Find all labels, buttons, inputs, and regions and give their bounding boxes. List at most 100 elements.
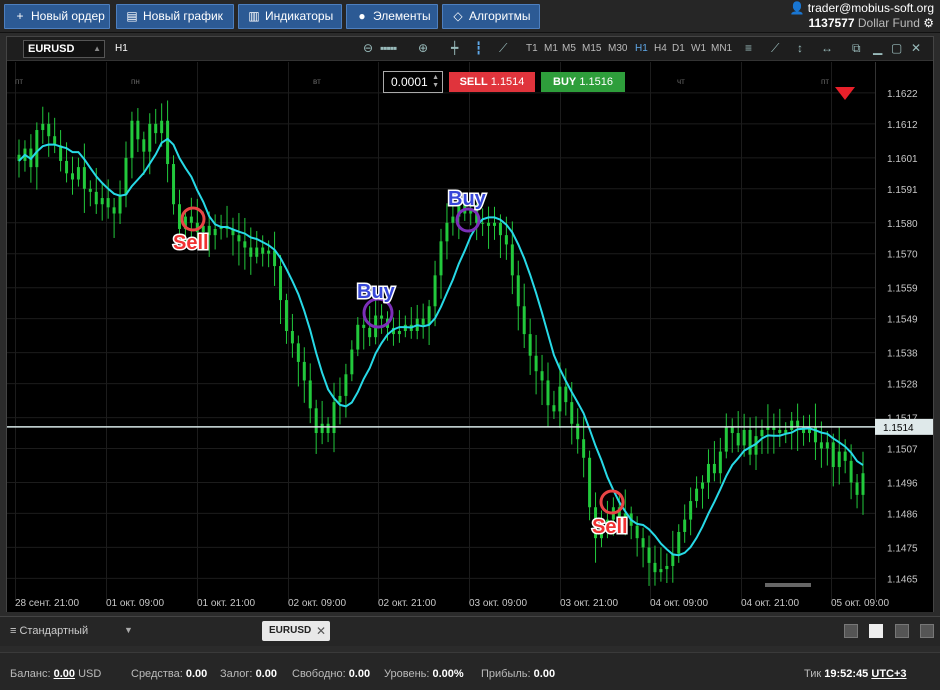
timeframe-h1[interactable]: H1 (635, 43, 648, 54)
status-bar: Баланс: 0.00 USD Средства: 0.00 Залог: 0… (0, 652, 940, 690)
layout-grid-icon[interactable] (869, 624, 883, 638)
candle-body (837, 451, 841, 468)
time-tick-label: 28 сент. 21:00 (15, 598, 79, 609)
price-tick-label: 1.1580 (887, 219, 918, 230)
timeframe-mn1[interactable]: MN1 (711, 43, 732, 54)
close-icon[interactable]: ✕ (316, 621, 326, 641)
chart-header: EURUSD▲▼ H1 ⊖ ▪▪▪▪▪ ⊕ ┿ ┇ ⟋ T1 M1 M5 M15 M30… (7, 37, 933, 69)
time-tick-label: 02 окт. 21:00 (378, 598, 436, 609)
chart-tab-eurusd[interactable]: EURUSD ✕ (262, 621, 330, 641)
time-tick-label: 05 окт. 09:00 (831, 598, 889, 609)
new-chart-button[interactable]: ▤ Новый график (116, 4, 234, 29)
candle-body (41, 123, 45, 131)
symbol-select-value: EURUSD (28, 43, 75, 55)
layout-rows-icon[interactable] (920, 624, 934, 638)
candle-body (576, 423, 580, 440)
price-tick-label: 1.1528 (887, 380, 918, 391)
detach-icon[interactable]: ⧉ (852, 41, 861, 56)
candle-body (522, 306, 526, 335)
sell-price: 1.1514 (490, 76, 525, 88)
indicator-settings-icon[interactable]: ≡ (745, 41, 752, 55)
margin: Залог: 0.00 (220, 668, 277, 680)
timeframe-m1[interactable]: M1 (544, 43, 558, 54)
candle-body (516, 275, 520, 307)
price-tick-label: 1.1570 (887, 250, 918, 261)
candle-body (564, 386, 568, 403)
current-timeframe: H1 (115, 43, 128, 54)
timeframe-t1[interactable]: T1 (526, 43, 538, 54)
maximize-icon[interactable]: ▢ (891, 41, 902, 55)
layout-single-icon[interactable] (844, 624, 858, 638)
candle-body (742, 429, 746, 446)
tick-time: 19:52:45 (824, 668, 869, 680)
vertical-line-icon[interactable]: ↕ (797, 41, 803, 55)
zoom-out-icon[interactable]: ⊖ (363, 41, 373, 55)
candle-body (338, 395, 342, 403)
margin-value: 0.00 (255, 668, 277, 680)
minimize-icon[interactable]: ▁ (873, 41, 882, 55)
bar-chart-type-icon[interactable]: ┿ (451, 41, 458, 55)
close-icon[interactable]: ✕ (911, 41, 921, 55)
time-tick-label: 02 окт. 09:00 (288, 598, 346, 609)
price-tick-label: 1.1622 (887, 89, 918, 100)
candle-body (47, 123, 51, 137)
candle-body (843, 451, 847, 461)
spinner-icon[interactable]: ▲ ▼ (432, 74, 439, 90)
indicators-button[interactable]: ▥ Индикаторы (238, 4, 342, 29)
candle-body (118, 194, 122, 214)
candle-body (451, 216, 455, 223)
account-fund: Dollar Fund (857, 16, 920, 30)
candle-body (154, 123, 158, 134)
candle-body (326, 423, 330, 434)
price-tick-label: 1.1496 (887, 479, 918, 490)
sell-button[interactable]: SELL 1.1514 (449, 72, 535, 92)
day-label: вт (313, 77, 321, 86)
timezone-select[interactable]: UTC+3 (871, 668, 906, 680)
margin-level: Уровень: 0.00% (384, 668, 464, 680)
zoom-slider[interactable]: ▪▪▪▪▪ (380, 41, 397, 55)
candle-body (528, 334, 532, 356)
candle-body (748, 429, 752, 455)
candle-body (825, 442, 829, 449)
price-tick-label: 1.1549 (887, 315, 918, 326)
new-order-button[interactable]: + Новый ордер (4, 4, 110, 29)
account-info[interactable]: 👤 trader@mobius-soft.org 1137577 Dollar … (789, 1, 934, 31)
candle-body (540, 371, 544, 381)
day-label: пт (15, 77, 23, 86)
candle-chart-type-icon[interactable]: ┇ (475, 41, 482, 55)
gear-icon[interactable]: ⚙ (923, 16, 934, 30)
timeframe-w1[interactable]: W1 (691, 43, 706, 54)
timeframe-m15[interactable]: M15 (582, 43, 601, 54)
candle-body (635, 525, 639, 539)
balance-currency: USD (78, 668, 102, 680)
trendline-icon[interactable]: ⟋ (771, 41, 779, 56)
candle-body (849, 460, 853, 483)
candle-body (790, 420, 794, 430)
timeframe-m5[interactable]: M5 (562, 43, 576, 54)
zoom-in-icon[interactable]: ⊕ (418, 41, 428, 55)
algorithms-button[interactable]: ◇ Алгоритмы (442, 4, 540, 29)
layout-columns-icon[interactable] (895, 624, 909, 638)
price-tick-label: 1.1475 (887, 543, 918, 554)
bars-icon: ▥ (248, 9, 260, 23)
candle-body (510, 244, 514, 276)
price-chart[interactable]: 1.1622 1.1612 1.1601 1.1591 1.1580 1.1570 1.15… (7, 62, 933, 612)
timeframe-d1[interactable]: D1 (672, 43, 685, 54)
horizontal-line-icon[interactable]: ↔ (821, 41, 833, 55)
free-value: 0.00 (348, 668, 371, 680)
buy-button[interactable]: BUY 1.1516 (541, 72, 625, 92)
timeframe-m30[interactable]: M30 (608, 43, 627, 54)
candle-body (481, 222, 485, 224)
elements-button[interactable]: ● Элементы (346, 4, 438, 29)
chevron-down-icon[interactable]: ▼ (124, 625, 133, 635)
line-chart-type-icon[interactable]: ⟋ (499, 41, 507, 56)
candle-body (213, 228, 217, 236)
symbol-select[interactable]: EURUSD▲▼ (23, 40, 105, 69)
timeframe-h4[interactable]: H4 (654, 43, 667, 54)
quantity-input[interactable]: 0.0001 ▲ ▼ (383, 71, 443, 93)
candle-body (308, 380, 312, 409)
candle-body (653, 562, 657, 573)
price-tick-label: 1.1538 (887, 349, 918, 360)
layout-select[interactable]: ≡ Стандартный (10, 625, 88, 637)
scrollbar-thumb[interactable] (765, 583, 811, 587)
